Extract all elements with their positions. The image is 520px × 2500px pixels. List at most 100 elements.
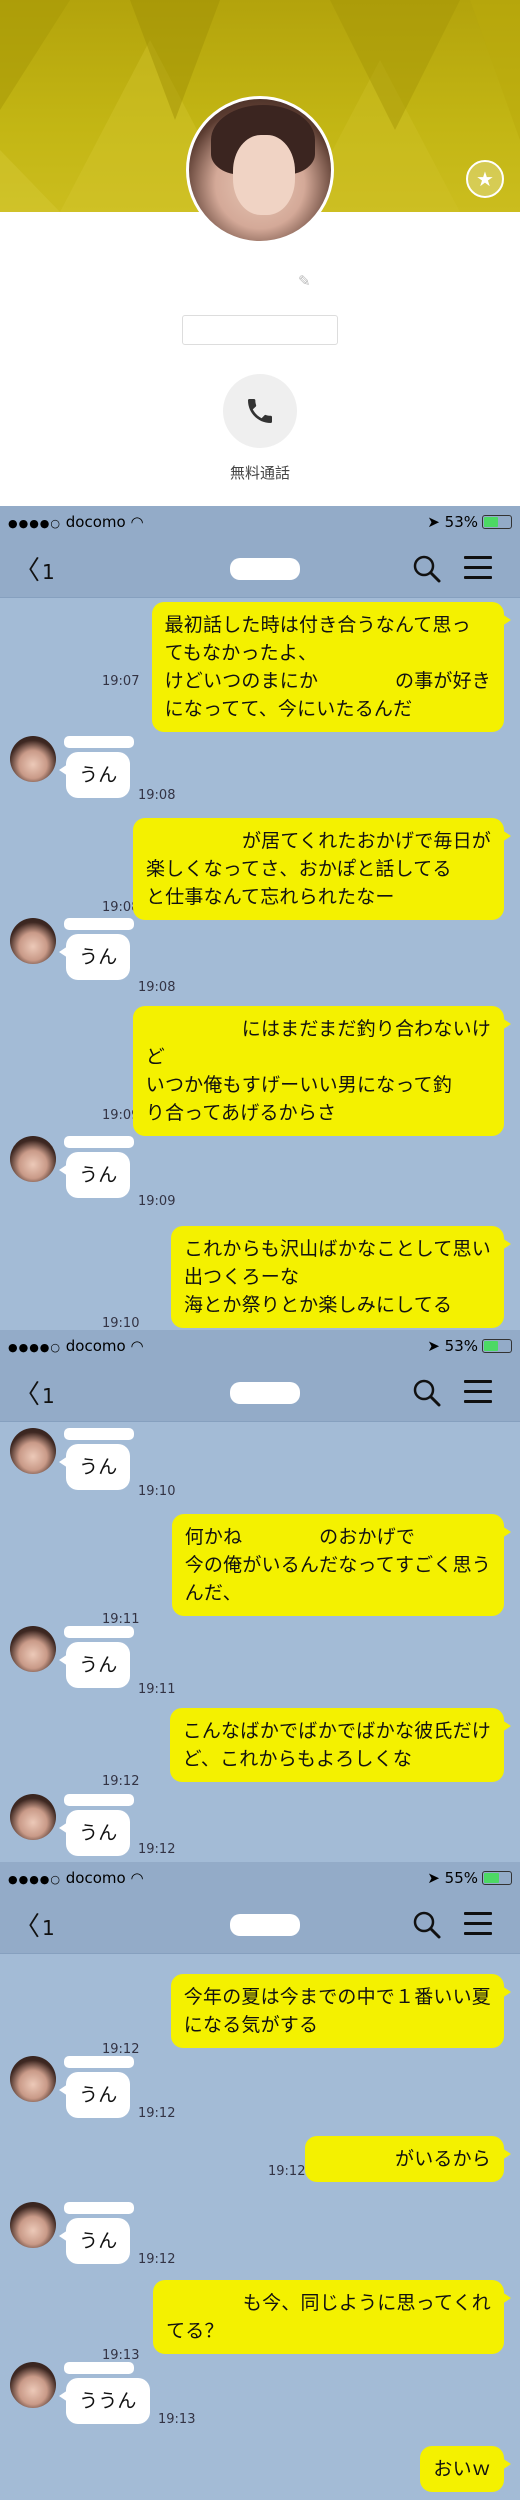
- profile-avatar[interactable]: [186, 96, 334, 244]
- menu-icon[interactable]: [464, 1380, 492, 1410]
- avatar[interactable]: [10, 1626, 56, 1672]
- wifi-icon: ◠: [130, 1337, 144, 1355]
- message-time: 19:12: [138, 1842, 176, 1857]
- carrier-label: docomo: [65, 1337, 126, 1355]
- wifi-icon: ◠: [130, 513, 144, 531]
- sent-message[interactable]: おいｗ: [420, 2446, 511, 2492]
- sender-name-redacted: [64, 736, 134, 748]
- wifi-icon: ◠: [130, 1869, 144, 1887]
- sender-name-redacted: [64, 1626, 134, 1638]
- sent-message[interactable]: が居てくれたおかげで毎日が 楽しくなってさ、おかぽと話してる と仕事なんて忘れら…: [132, 818, 512, 920]
- status-bar: ●●●●○ docomo ◠ ➤ 55%: [0, 1862, 520, 1894]
- phone-icon: [248, 399, 272, 423]
- avatar[interactable]: [10, 918, 56, 964]
- unread-count: 1: [42, 1916, 55, 1940]
- battery-percent: 53%: [444, 513, 478, 531]
- message-time: 19:09: [138, 1194, 176, 1209]
- chat-title-redacted: [230, 1914, 300, 1936]
- received-message[interactable]: うん: [58, 1444, 131, 1490]
- search-icon[interactable]: [412, 1378, 442, 1408]
- chat-screen-2: ●●●●○ docomo ◠ ➤ 53% 〈 1 うん 19:10 19:11 何…: [0, 1330, 520, 1862]
- sent-message[interactable]: 今年の夏は今までの中で１番いい夏 になる気がする: [170, 1974, 512, 2048]
- sent-message[interactable]: 何かね のおかげで 今の俺がいるんだなってすごく思う んだ、: [171, 1514, 512, 1616]
- chat-screen-3: ●●●●○ docomo ◠ ➤ 55% 〈 1 19:12 今年の夏は今までの中…: [0, 1862, 520, 2500]
- sender-name-redacted: [64, 1794, 134, 1806]
- chat-screen-1: ●●●●○ docomo ◠ ➤ 53% 〈 1 19:07 最初話した時は付き合…: [0, 506, 520, 1330]
- location-icon: ➤: [427, 1869, 440, 1887]
- message-time: 19:08: [138, 980, 176, 995]
- avatar[interactable]: [10, 2362, 56, 2408]
- battery-icon: [482, 1339, 512, 1353]
- message-time: 19:13: [102, 2348, 140, 2363]
- avatar[interactable]: [10, 1428, 56, 1474]
- carrier-label: docomo: [65, 1869, 126, 1887]
- back-button[interactable]: 〈 1: [14, 1906, 55, 1943]
- menu-icon[interactable]: [464, 1912, 492, 1942]
- sent-message[interactable]: これからも沢山ばかなことして思い 出つくろーな 海とか祭りとか楽しみにしてる: [170, 1226, 512, 1328]
- status-message-box: [182, 315, 338, 345]
- message-time: 19:12: [102, 1774, 140, 1789]
- received-message[interactable]: うん: [58, 934, 131, 980]
- received-message[interactable]: うん: [58, 2072, 131, 2118]
- unread-count: 1: [42, 560, 55, 584]
- sent-message[interactable]: も今、同じように思ってくれ てる？: [153, 2280, 511, 2354]
- received-message[interactable]: うん: [58, 752, 131, 798]
- avatar[interactable]: [10, 1794, 56, 1840]
- message-time: 19:11: [138, 1682, 176, 1697]
- message-time: 19:12: [268, 2164, 306, 2179]
- message-time: 19:10: [138, 1484, 176, 1499]
- chat-title-redacted: [230, 1382, 300, 1404]
- menu-icon[interactable]: [464, 556, 492, 586]
- message-time: 19:08: [138, 788, 176, 803]
- sent-message[interactable]: こんなばかでばかでばかな彼氏だけ ど、これからもよろしくな: [169, 1708, 512, 1782]
- sender-name-redacted: [64, 2362, 134, 2374]
- avatar[interactable]: [10, 2202, 56, 2248]
- sender-name-redacted: [64, 2202, 134, 2214]
- sent-message[interactable]: にはまだまだ釣り合わないけ ど いつか俺もすげーいい男になって釣 り合ってあげる…: [132, 1006, 512, 1136]
- received-message[interactable]: うん: [58, 1810, 131, 1856]
- back-button[interactable]: 〈 1: [14, 550, 55, 587]
- message-time: 19:13: [158, 2412, 196, 2427]
- avatar[interactable]: [10, 1136, 56, 1182]
- profile-header: ★ ✎ 無料通話: [0, 0, 520, 506]
- edit-pencil-icon[interactable]: ✎: [298, 272, 311, 290]
- message-time: 19:12: [102, 2042, 140, 2057]
- message-time: 19:12: [138, 2106, 176, 2121]
- chat-header: 〈 1: [0, 1362, 520, 1422]
- free-call-button[interactable]: [223, 374, 297, 448]
- sent-message[interactable]: 最初話した時は付き合うなんて思っ てもなかったよ、 けどいつのまにか の事が好き…: [151, 602, 512, 732]
- message-time: 19:10: [102, 1316, 140, 1330]
- received-message[interactable]: うん: [58, 2218, 131, 2264]
- received-message[interactable]: うん: [58, 1642, 131, 1688]
- chat-header: 〈 1: [0, 1894, 520, 1954]
- sender-name-redacted: [64, 2056, 134, 2068]
- message-time: 19:12: [138, 2252, 176, 2267]
- status-bar: ●●●●○ docomo ◠ ➤ 53%: [0, 1330, 520, 1362]
- avatar[interactable]: [10, 736, 56, 782]
- back-button[interactable]: 〈 1: [14, 1374, 55, 1411]
- chat-header: 〈 1: [0, 538, 520, 598]
- status-bar: ●●●●○ docomo ◠ ➤ 53%: [0, 506, 520, 538]
- carrier-label: docomo: [65, 513, 126, 531]
- sent-message[interactable]: がいるから: [305, 2136, 511, 2182]
- location-icon: ➤: [427, 513, 440, 531]
- message-time: 19:11: [102, 1612, 140, 1627]
- received-message[interactable]: ううん: [59, 2378, 150, 2424]
- search-icon[interactable]: [412, 1910, 442, 1940]
- avatar[interactable]: [10, 2056, 56, 2102]
- location-icon: ➤: [427, 1337, 440, 1355]
- received-message[interactable]: うん: [58, 1152, 131, 1198]
- battery-percent: 55%: [444, 1869, 478, 1887]
- profile-name: ✎: [206, 272, 316, 292]
- sender-name-redacted: [64, 1428, 134, 1440]
- unread-count: 1: [42, 1384, 55, 1408]
- sender-name-redacted: [64, 918, 134, 930]
- search-icon[interactable]: [412, 554, 442, 584]
- battery-percent: 53%: [444, 1337, 478, 1355]
- free-call-label: 無料通話: [229, 464, 290, 482]
- message-time: 19:07: [102, 674, 140, 689]
- battery-icon: [482, 1871, 512, 1885]
- star-icon[interactable]: ★: [466, 160, 504, 198]
- chat-title-redacted: [230, 558, 300, 580]
- sender-name-redacted: [64, 1136, 134, 1148]
